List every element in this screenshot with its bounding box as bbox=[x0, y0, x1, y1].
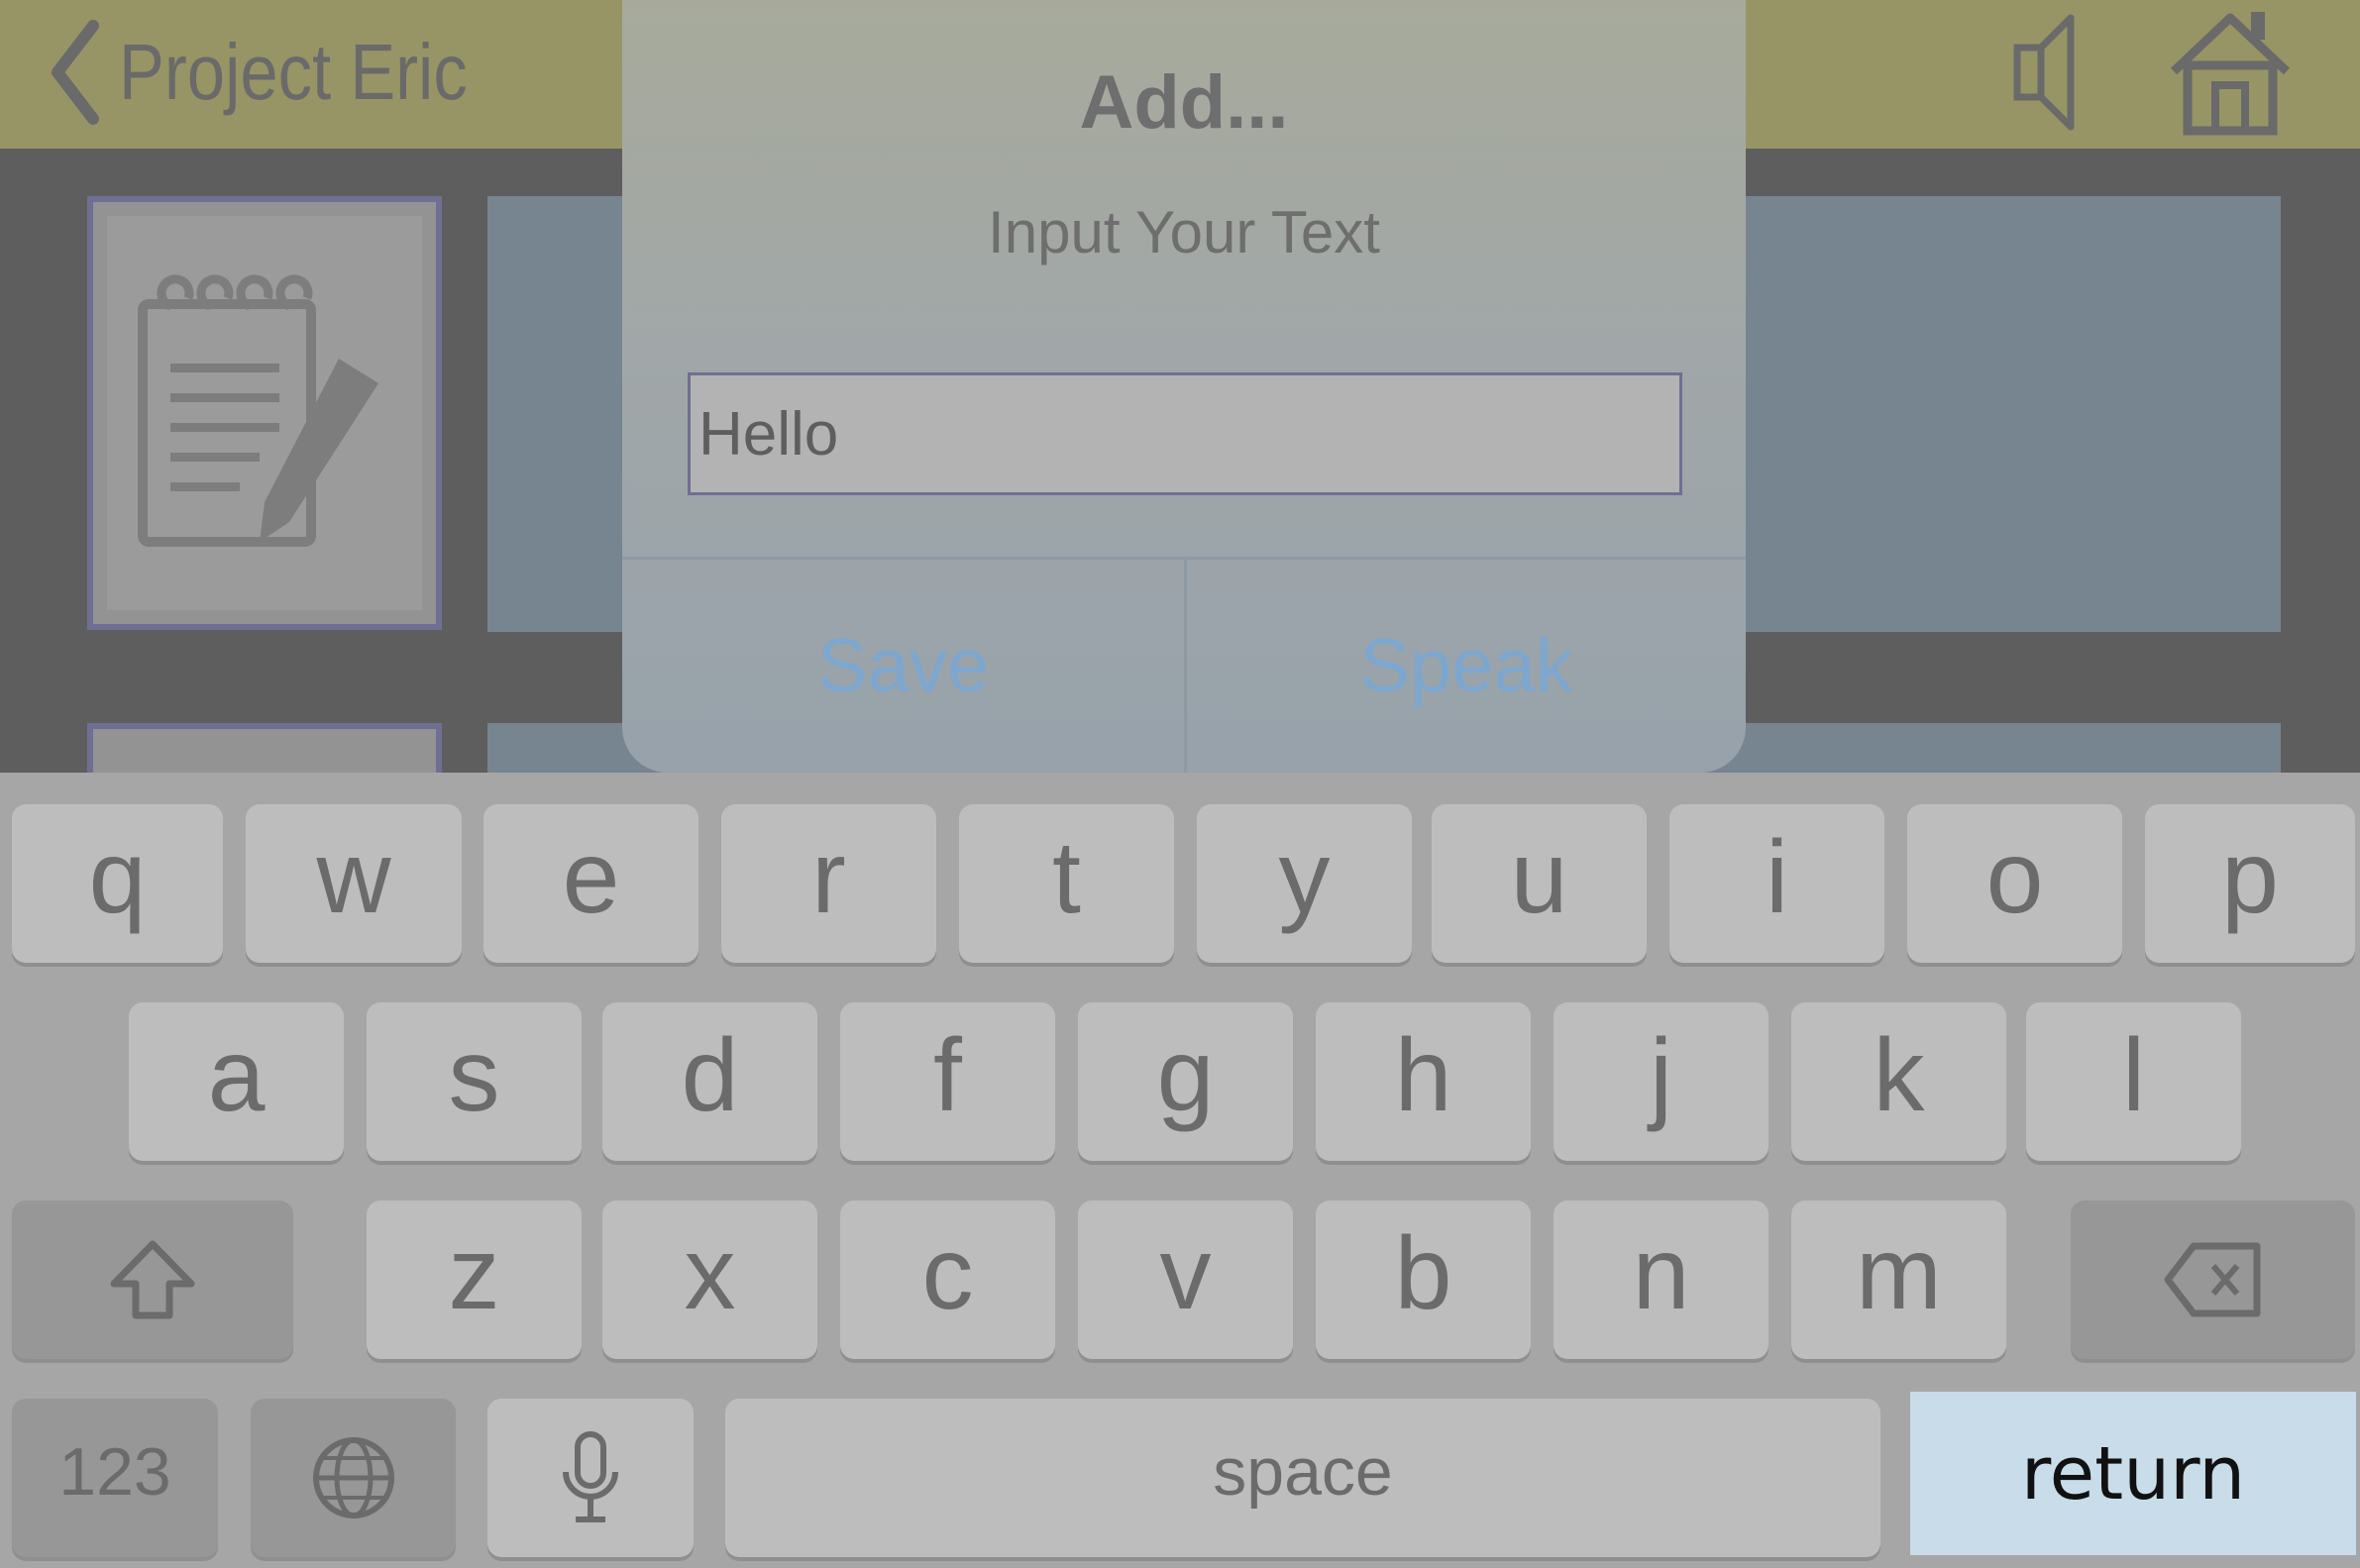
backspace-icon bbox=[2164, 1242, 2260, 1317]
key-s[interactable]: s bbox=[367, 1002, 582, 1161]
backspace-key[interactable] bbox=[2071, 1201, 2355, 1359]
notepad-tile[interactable] bbox=[87, 196, 442, 630]
key-y[interactable]: y bbox=[1197, 804, 1412, 963]
key-n[interactable]: n bbox=[1554, 1201, 1769, 1359]
globe-icon bbox=[312, 1437, 394, 1518]
back-button-label: Project Eric bbox=[119, 28, 468, 116]
back-button[interactable]: Project Eric bbox=[48, 8, 524, 137]
return-key[interactable]: return bbox=[1910, 1392, 2356, 1555]
globe-key[interactable] bbox=[251, 1399, 456, 1557]
notepad-pencil-icon bbox=[138, 274, 378, 547]
key-j[interactable]: j bbox=[1554, 1002, 1769, 1161]
key-a[interactable]: a bbox=[129, 1002, 344, 1161]
key-v[interactable]: v bbox=[1078, 1201, 1293, 1359]
key-h[interactable]: h bbox=[1316, 1002, 1531, 1161]
microphone-key[interactable] bbox=[487, 1399, 694, 1557]
key-r[interactable]: r bbox=[721, 804, 936, 963]
key-u[interactable]: u bbox=[1432, 804, 1647, 963]
text-input[interactable] bbox=[688, 372, 1682, 495]
dialog-message: Input Your Text bbox=[988, 199, 1380, 265]
key-p[interactable]: p bbox=[2145, 804, 2355, 963]
key-i[interactable]: i bbox=[1669, 804, 1884, 963]
speaker-icon[interactable] bbox=[2009, 8, 2118, 137]
key-c[interactable]: c bbox=[840, 1201, 1055, 1359]
key-f[interactable]: f bbox=[840, 1002, 1055, 1161]
key-k[interactable]: k bbox=[1791, 1002, 2006, 1161]
dialog-title: Add... bbox=[1079, 60, 1289, 145]
key-m[interactable]: m bbox=[1791, 1201, 2006, 1359]
key-e[interactable]: e bbox=[483, 804, 698, 963]
save-button[interactable]: Save bbox=[622, 560, 1184, 773]
space-key[interactable]: space bbox=[725, 1399, 1880, 1557]
numbers-key[interactable]: 123 bbox=[12, 1399, 218, 1557]
key-b[interactable]: b bbox=[1316, 1201, 1531, 1359]
key-d[interactable]: d bbox=[602, 1002, 817, 1161]
app-screen: Project Eric Add... Input Your Text Hell… bbox=[0, 0, 2360, 1568]
home-icon[interactable] bbox=[2166, 8, 2295, 137]
shift-key[interactable] bbox=[12, 1201, 293, 1359]
shift-icon bbox=[110, 1240, 195, 1319]
key-q[interactable]: q bbox=[12, 804, 223, 963]
key-x[interactable]: x bbox=[602, 1201, 817, 1359]
key-t[interactable]: t bbox=[959, 804, 1174, 963]
key-g[interactable]: g bbox=[1078, 1002, 1293, 1161]
key-z[interactable]: z bbox=[367, 1201, 582, 1359]
key-o[interactable]: o bbox=[1907, 804, 2122, 963]
microphone-icon bbox=[563, 1431, 618, 1522]
speak-button[interactable]: Speak bbox=[1187, 560, 1746, 773]
notepad-tile-image bbox=[107, 216, 422, 610]
key-l[interactable]: l bbox=[2026, 1002, 2241, 1161]
add-dialog: Add... Input Your Text Save Speak bbox=[622, 0, 1746, 773]
key-w[interactable]: w bbox=[246, 804, 462, 963]
chevron-left-icon bbox=[52, 20, 99, 125]
